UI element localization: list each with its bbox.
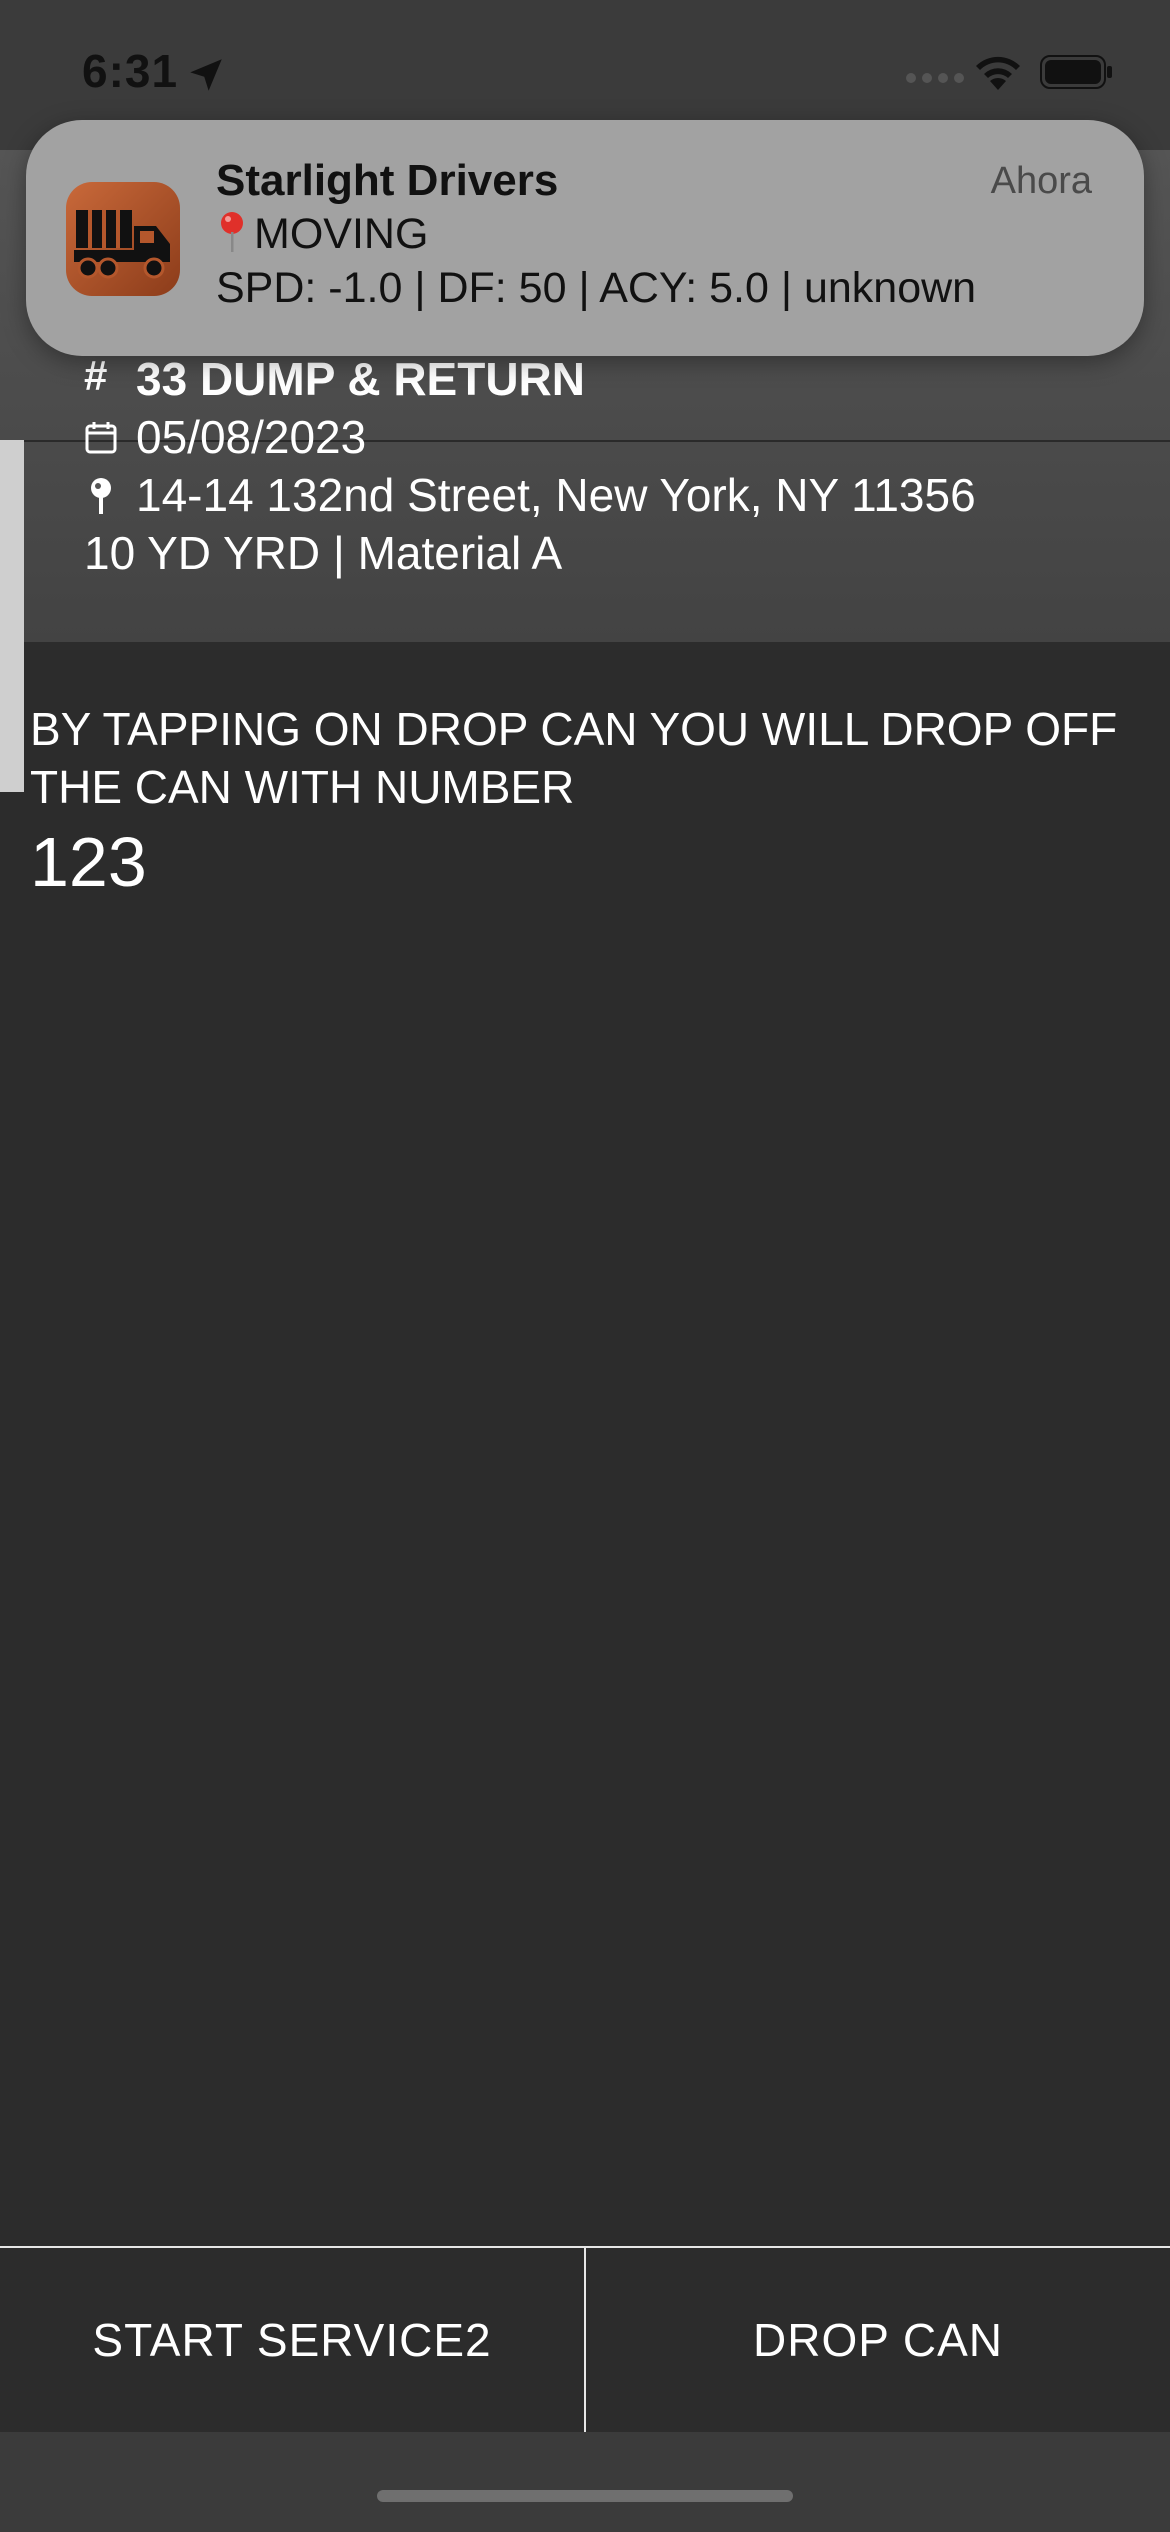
start-service-button[interactable]: START SERVICE2 [0, 2248, 584, 2432]
location-arrow-icon [190, 59, 222, 91]
calendar-icon [85, 422, 117, 454]
job-address: 14-14 132nd Street, New York, NY 11356 [136, 469, 976, 521]
hash-icon: # [84, 352, 108, 399]
drop-can-button[interactable]: DROP CAN [586, 2248, 1170, 2432]
wifi-icon [976, 56, 1020, 90]
red-pin-icon [221, 212, 243, 252]
app-icon [66, 182, 180, 296]
side-strip [0, 440, 24, 792]
job-date: 05/08/2023 [136, 411, 367, 463]
cellular-signal-icon [906, 73, 964, 83]
battery-icon [1040, 55, 1112, 89]
push-notification[interactable]: Starlight Drivers Ahora MOVING SPD: -1.0… [26, 120, 1144, 356]
location-pin-icon [91, 478, 111, 514]
home-area [0, 2432, 1170, 2532]
status-time: 6:31 [82, 45, 179, 97]
notification-time: Ahora [990, 160, 1092, 202]
dump-truck-icon [74, 210, 170, 279]
can-number: 123 [30, 823, 147, 901]
drop-can-notice: BY TAPPING ON DROP CAN YOU WILL DROP OFF… [30, 703, 1118, 813]
job-material: 10 YD YRD | Material A [84, 527, 563, 579]
notification-detail: SPD: -1.0 | DF: 50 | ACY: 5.0 | unknown [216, 264, 977, 312]
action-bar: START SERVICE2 DROP CAN [0, 2246, 1170, 2432]
home-indicator[interactable] [377, 2490, 793, 2502]
notification-app-name: Starlight Drivers [216, 156, 559, 205]
job-number: 33 DUMP & RETURN [136, 353, 585, 405]
notification-status: MOVING [216, 210, 428, 259]
notification-status-text: MOVING [254, 210, 429, 258]
